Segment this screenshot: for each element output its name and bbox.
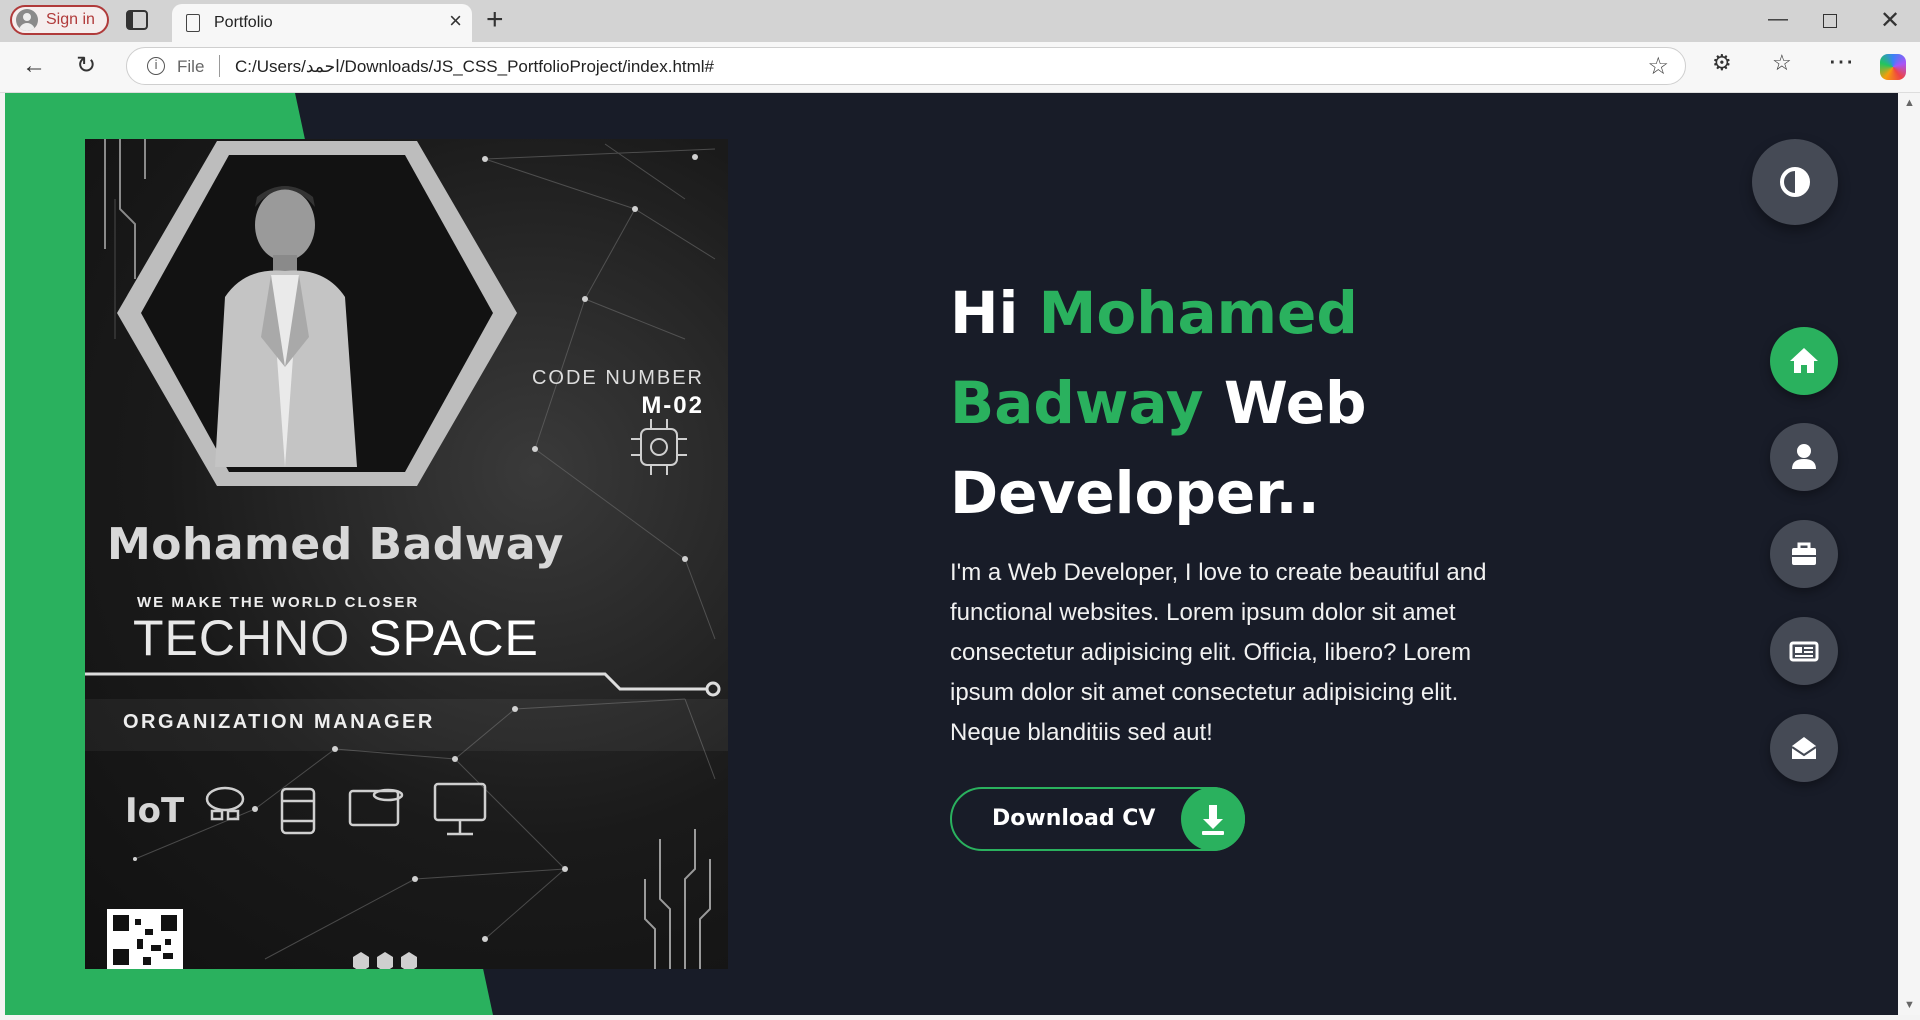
page-scrollbar[interactable]: ▲ ▼ — [1898, 93, 1920, 1015]
address-bar-row: ← ↻ i File C:/Users/احمد/Downloads/JS_CS… — [0, 42, 1920, 93]
scroll-up-icon[interactable]: ▲ — [1904, 97, 1915, 109]
nav-blog-button[interactable] — [1770, 617, 1838, 685]
contrast-icon — [1780, 167, 1810, 197]
svg-text:IoT: IoT — [125, 791, 185, 831]
close-window-icon[interactable]: ✕ — [1880, 6, 1900, 35]
download-cv-button[interactable]: Download CV — [950, 787, 1245, 851]
last-name: Badway — [950, 369, 1204, 437]
poster-name: Mohamed Badway — [107, 519, 564, 570]
page-viewport: IoT CODE NUMBER M-02 Mohamed Badway WE M… — [5, 93, 1898, 1015]
qr-code — [107, 909, 183, 969]
sign-in-label: Sign in — [46, 11, 95, 28]
role-word-developer: Developer.. — [950, 459, 1320, 527]
scroll-down-icon[interactable]: ▼ — [1904, 999, 1915, 1011]
info-icon[interactable]: i — [147, 57, 165, 75]
user-icon — [1792, 444, 1816, 469]
poster-brand: TECHNO SPACE — [133, 609, 539, 667]
restore-icon[interactable] — [1823, 14, 1837, 28]
hero-description: I'm a Web Developer, I love to create be… — [950, 559, 1487, 746]
code-label: CODE NUMBER — [531, 367, 704, 389]
tab-portfolio[interactable]: Portfolio × — [172, 4, 472, 42]
url-separator — [219, 55, 220, 77]
role-word-web: Web — [1223, 369, 1367, 437]
home-icon — [1790, 348, 1818, 373]
minimize-icon[interactable]: — — [1768, 8, 1788, 31]
back-arrow-icon[interactable]: ← — [22, 52, 46, 80]
first-name: Mohamed — [1038, 279, 1358, 347]
nav-home-button[interactable] — [1770, 327, 1838, 395]
tab-actions-icon[interactable] — [126, 10, 148, 30]
profile-avatar-icon — [16, 9, 38, 31]
favorite-star-icon[interactable]: ☆ — [1647, 52, 1669, 81]
nav-about-button[interactable] — [1770, 423, 1838, 491]
newspaper-icon — [1789, 641, 1819, 662]
url-scheme-label: File — [177, 57, 205, 76]
brand-part1: TECHNO — [133, 610, 351, 666]
extensions-icon[interactable]: ⚙ — [1712, 50, 1732, 76]
address-bar[interactable]: i File C:/Users/احمد/Downloads/JS_CSS_Po… — [126, 47, 1686, 85]
favorites-icon[interactable]: ☆ — [1772, 50, 1792, 76]
profile-poster: IoT CODE NUMBER M-02 Mohamed Badway WE M… — [85, 139, 728, 969]
poster-role: ORGANIZATION MANAGER — [123, 711, 435, 733]
download-icon — [1181, 787, 1245, 851]
copilot-icon[interactable] — [1880, 54, 1906, 80]
envelope-open-icon — [1791, 737, 1817, 759]
page-favicon-icon — [186, 14, 200, 32]
download-cv-label: Download CV — [992, 806, 1156, 831]
nav-portfolio-button[interactable] — [1770, 520, 1838, 588]
nav-contact-button[interactable] — [1770, 714, 1838, 782]
greeting: Hi — [950, 279, 1019, 347]
close-tab-icon[interactable]: × — [449, 10, 462, 32]
hero-heading: Hi Mohamed Badway Web Developer.. — [950, 268, 1450, 538]
url-text[interactable]: C:/Users/احمد/Downloads/JS_CSS_Portfolio… — [235, 57, 714, 77]
browser-tab-strip: Sign in Portfolio × + — ✕ — [0, 0, 1920, 42]
theme-toggle-button[interactable] — [1752, 139, 1838, 225]
sign-in-button[interactable]: Sign in — [10, 5, 109, 35]
code-number: M-02 — [641, 392, 704, 419]
more-options-icon[interactable]: ⋯ — [1828, 46, 1854, 77]
tab-title: Portfolio — [214, 14, 273, 31]
profile-portrait — [215, 186, 357, 467]
new-tab-button[interactable]: + — [486, 2, 504, 38]
briefcase-icon — [1792, 542, 1816, 565]
brand-part2: SPACE — [368, 610, 539, 666]
refresh-icon[interactable]: ↻ — [76, 52, 96, 80]
code-number-block: CODE NUMBER M-02 — [532, 367, 704, 420]
